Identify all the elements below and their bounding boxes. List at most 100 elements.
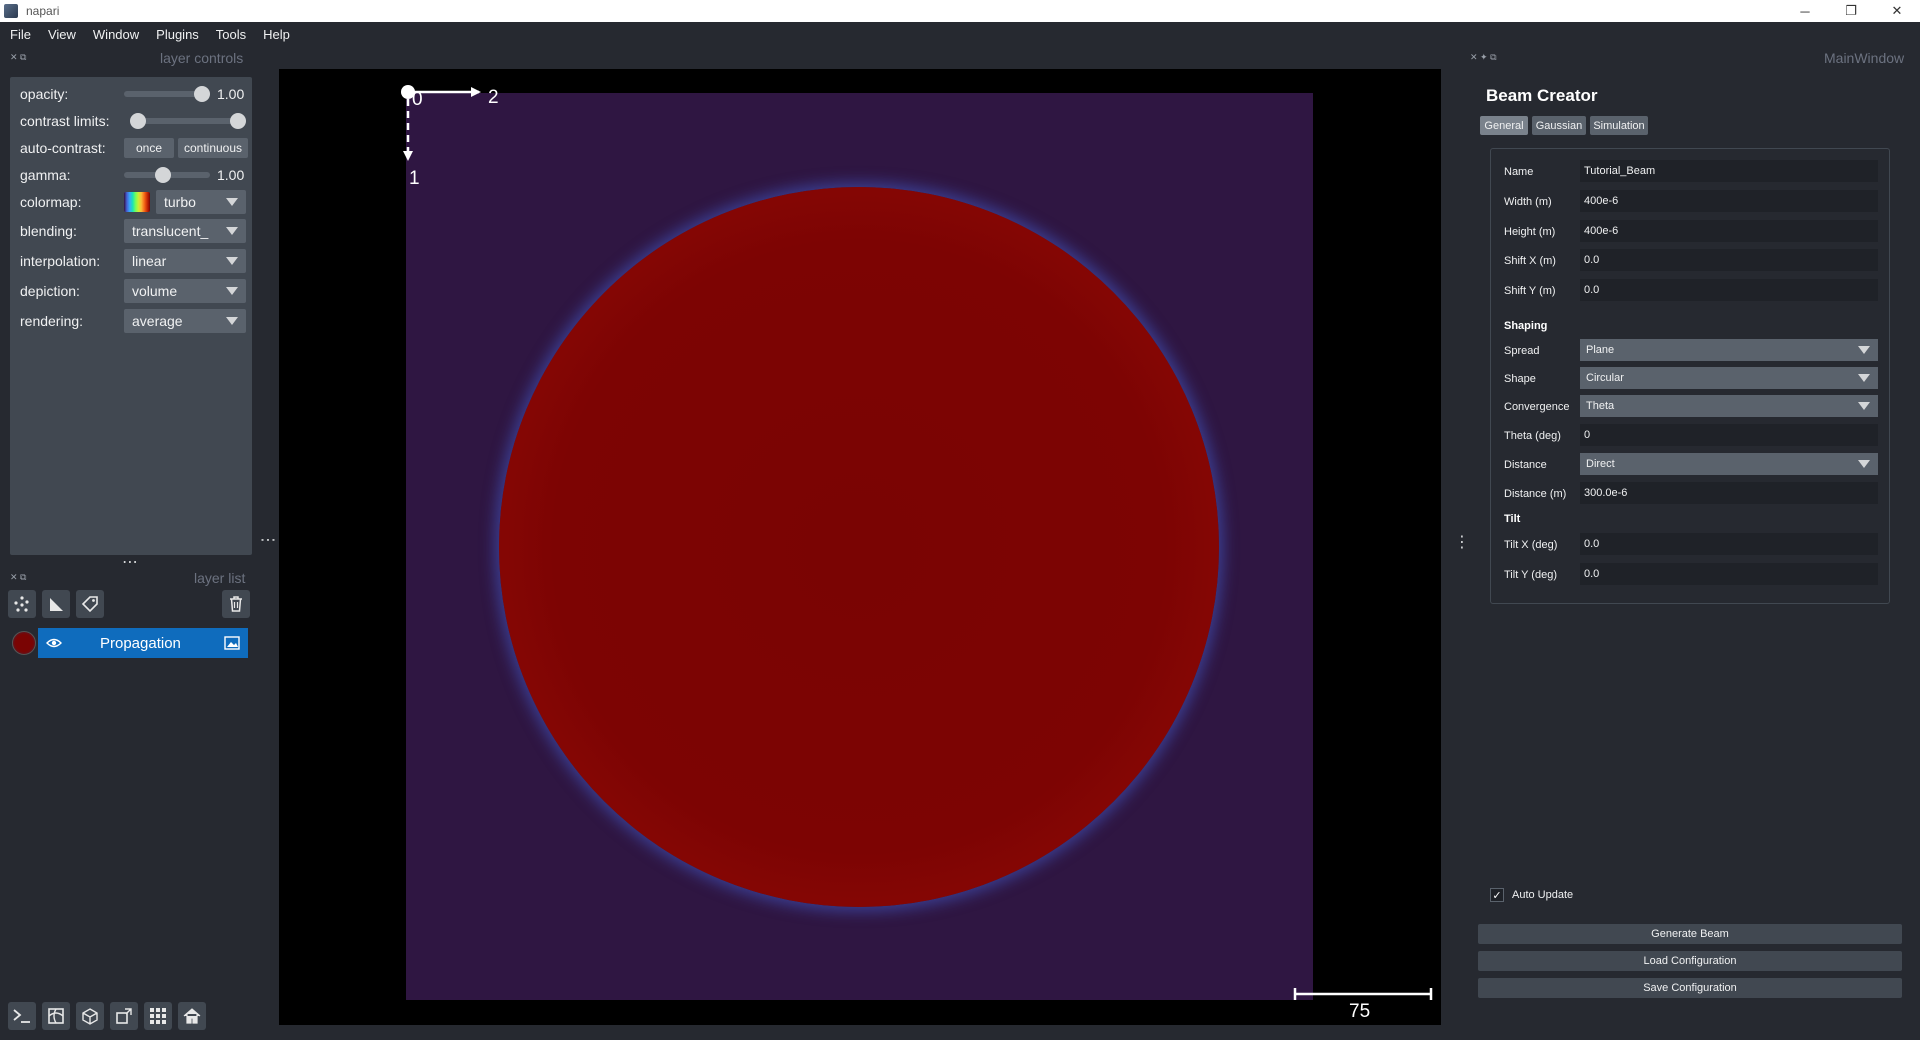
menu-tools[interactable]: Tools [206, 27, 253, 42]
opacity-value: 1.00 [217, 86, 245, 102]
new-shapes-icon [50, 598, 63, 611]
minimize-button[interactable]: ─ [1782, 0, 1828, 22]
menu-window[interactable]: Window [83, 27, 146, 42]
theta-input[interactable]: 0 [1580, 424, 1878, 446]
title-bar: napari ─ ❐ ✕ [0, 0, 1920, 22]
spread-select[interactable]: Plane [1580, 339, 1878, 361]
contrast-high-knob[interactable] [230, 113, 246, 129]
rendering-select[interactable]: average [124, 309, 246, 333]
home-button[interactable] [178, 1002, 206, 1030]
menu-file[interactable]: File [0, 27, 38, 42]
layer-list-float-icon[interactable]: ✕ ⧉ [10, 572, 26, 583]
console-button[interactable] [8, 1002, 36, 1030]
auto-update-checkbox[interactable]: ✓ [1490, 888, 1504, 902]
contrast-low-knob[interactable] [130, 113, 146, 129]
generate-beam-button[interactable]: Generate Beam [1478, 924, 1902, 944]
tab-general[interactable]: General [1480, 116, 1528, 135]
shift-x-input[interactable]: 0.0 [1580, 249, 1878, 271]
shape-select[interactable]: Circular [1580, 367, 1878, 389]
convergence-label: Convergence [1504, 401, 1570, 413]
auto-contrast-once-button[interactable]: once [124, 138, 174, 158]
grid-icon [150, 1008, 166, 1024]
layer-list-item[interactable]: Propagation [8, 628, 248, 658]
tab-simulation[interactable]: Simulation [1590, 116, 1648, 135]
gamma-row: gamma: 1.00 [10, 162, 252, 188]
blending-select[interactable]: translucent_ [124, 219, 246, 243]
console-icon [13, 1009, 30, 1023]
scale-bar [1293, 988, 1433, 1000]
auto-update-label: Auto Update [1512, 889, 1574, 901]
layer-controls-panel: opacity: 1.00 contrast limits: auto-cont… [10, 77, 252, 555]
interpolation-select[interactable]: linear [124, 249, 246, 273]
new-points-button[interactable] [8, 590, 36, 618]
gamma-label: gamma: [20, 167, 71, 183]
gamma-value: 1.00 [217, 167, 245, 183]
menu-plugins[interactable]: Plugins [146, 27, 206, 42]
colormap-select[interactable]: turbo [156, 190, 246, 214]
save-configuration-button[interactable]: Save Configuration [1478, 978, 1902, 998]
depiction-row: depiction: volume [10, 278, 252, 304]
tilt-y-input[interactable]: 0.0 [1580, 563, 1878, 585]
load-configuration-button[interactable]: Load Configuration [1478, 951, 1902, 971]
width-input[interactable]: 400e-6 [1580, 190, 1878, 212]
opacity-slider-knob[interactable] [194, 86, 210, 102]
menu-view[interactable]: View [38, 27, 83, 42]
delete-layer-button[interactable] [222, 590, 250, 618]
chevron-down-icon [226, 287, 238, 295]
ndisplay-button[interactable] [42, 1002, 70, 1030]
auto-contrast-continuous-button[interactable]: continuous [178, 138, 248, 158]
new-labels-button[interactable] [76, 590, 104, 618]
opacity-slider[interactable] [124, 86, 210, 102]
new-points-icon [14, 596, 29, 612]
left-dock-resize-handle[interactable]: ⋮ [258, 532, 277, 549]
image-layer [406, 93, 1313, 1000]
opacity-label: opacity: [20, 86, 69, 102]
menu-bar: File View Window Plugins Tools Help [0, 22, 1920, 46]
interpolation-row: interpolation: linear [10, 248, 252, 274]
layer-thumbnail [12, 631, 36, 655]
gamma-slider-knob[interactable] [155, 167, 171, 183]
visibility-eye-icon[interactable] [46, 637, 62, 649]
window-title: napari [26, 4, 60, 18]
rendering-value: average [132, 313, 183, 329]
height-input[interactable]: 400e-6 [1580, 220, 1878, 242]
menu-help[interactable]: Help [253, 27, 297, 42]
height-label: Height (m) [1504, 226, 1556, 238]
distance-label: Distance (m) [1504, 488, 1567, 500]
tilt-y-label: Tilt Y (deg) [1504, 569, 1557, 581]
viewer-canvas[interactable]: 0 2 1 75 [279, 69, 1441, 1025]
depiction-select[interactable]: volume [124, 279, 246, 303]
roll-axes-button[interactable] [76, 1002, 104, 1030]
dock-float-icon[interactable]: ✕ ⧉ [10, 52, 26, 63]
right-dock-resize-handle[interactable]: ⋮ [1454, 532, 1471, 552]
tilt-x-input[interactable]: 0.0 [1580, 533, 1878, 555]
transpose-button[interactable] [110, 1002, 138, 1030]
shape-label: Shape [1504, 373, 1536, 385]
interpolation-label: interpolation: [20, 253, 101, 269]
tab-gaussian[interactable]: Gaussian [1532, 116, 1586, 135]
close-window-button[interactable]: ✕ [1874, 0, 1920, 22]
convergence-select[interactable]: Theta [1580, 395, 1878, 417]
chevron-down-icon [1858, 402, 1870, 410]
colormap-row: colormap: turbo [10, 189, 252, 215]
contrast-limits-slider[interactable] [130, 113, 246, 129]
name-input[interactable]: Tutorial_Beam [1580, 160, 1878, 182]
new-shapes-button[interactable] [42, 590, 70, 618]
window-controls: ─ ❐ ✕ [1782, 0, 1920, 22]
gamma-slider[interactable] [124, 167, 210, 183]
dock-splitter-handle[interactable]: ⋯ [122, 552, 139, 572]
right-dock-float-icon[interactable]: ✕ ✦ ⧉ [1470, 52, 1497, 63]
chevron-down-icon [1858, 374, 1870, 382]
grid-view-button[interactable] [144, 1002, 172, 1030]
chevron-down-icon [226, 227, 238, 235]
theta-label: Theta (deg) [1504, 430, 1561, 442]
distance-input[interactable]: 300.0e-6 [1580, 482, 1878, 504]
layer-selected-row[interactable]: Propagation [38, 628, 248, 658]
colormap-swatch [124, 192, 150, 212]
shift-y-input[interactable]: 0.0 [1580, 279, 1878, 301]
layer-name[interactable]: Propagation [100, 635, 181, 652]
distance-mode-select[interactable]: Direct [1580, 453, 1878, 475]
restore-button[interactable]: ❐ [1828, 0, 1874, 22]
spread-label: Spread [1504, 345, 1540, 357]
blending-row: blending: translucent_ [10, 218, 252, 244]
